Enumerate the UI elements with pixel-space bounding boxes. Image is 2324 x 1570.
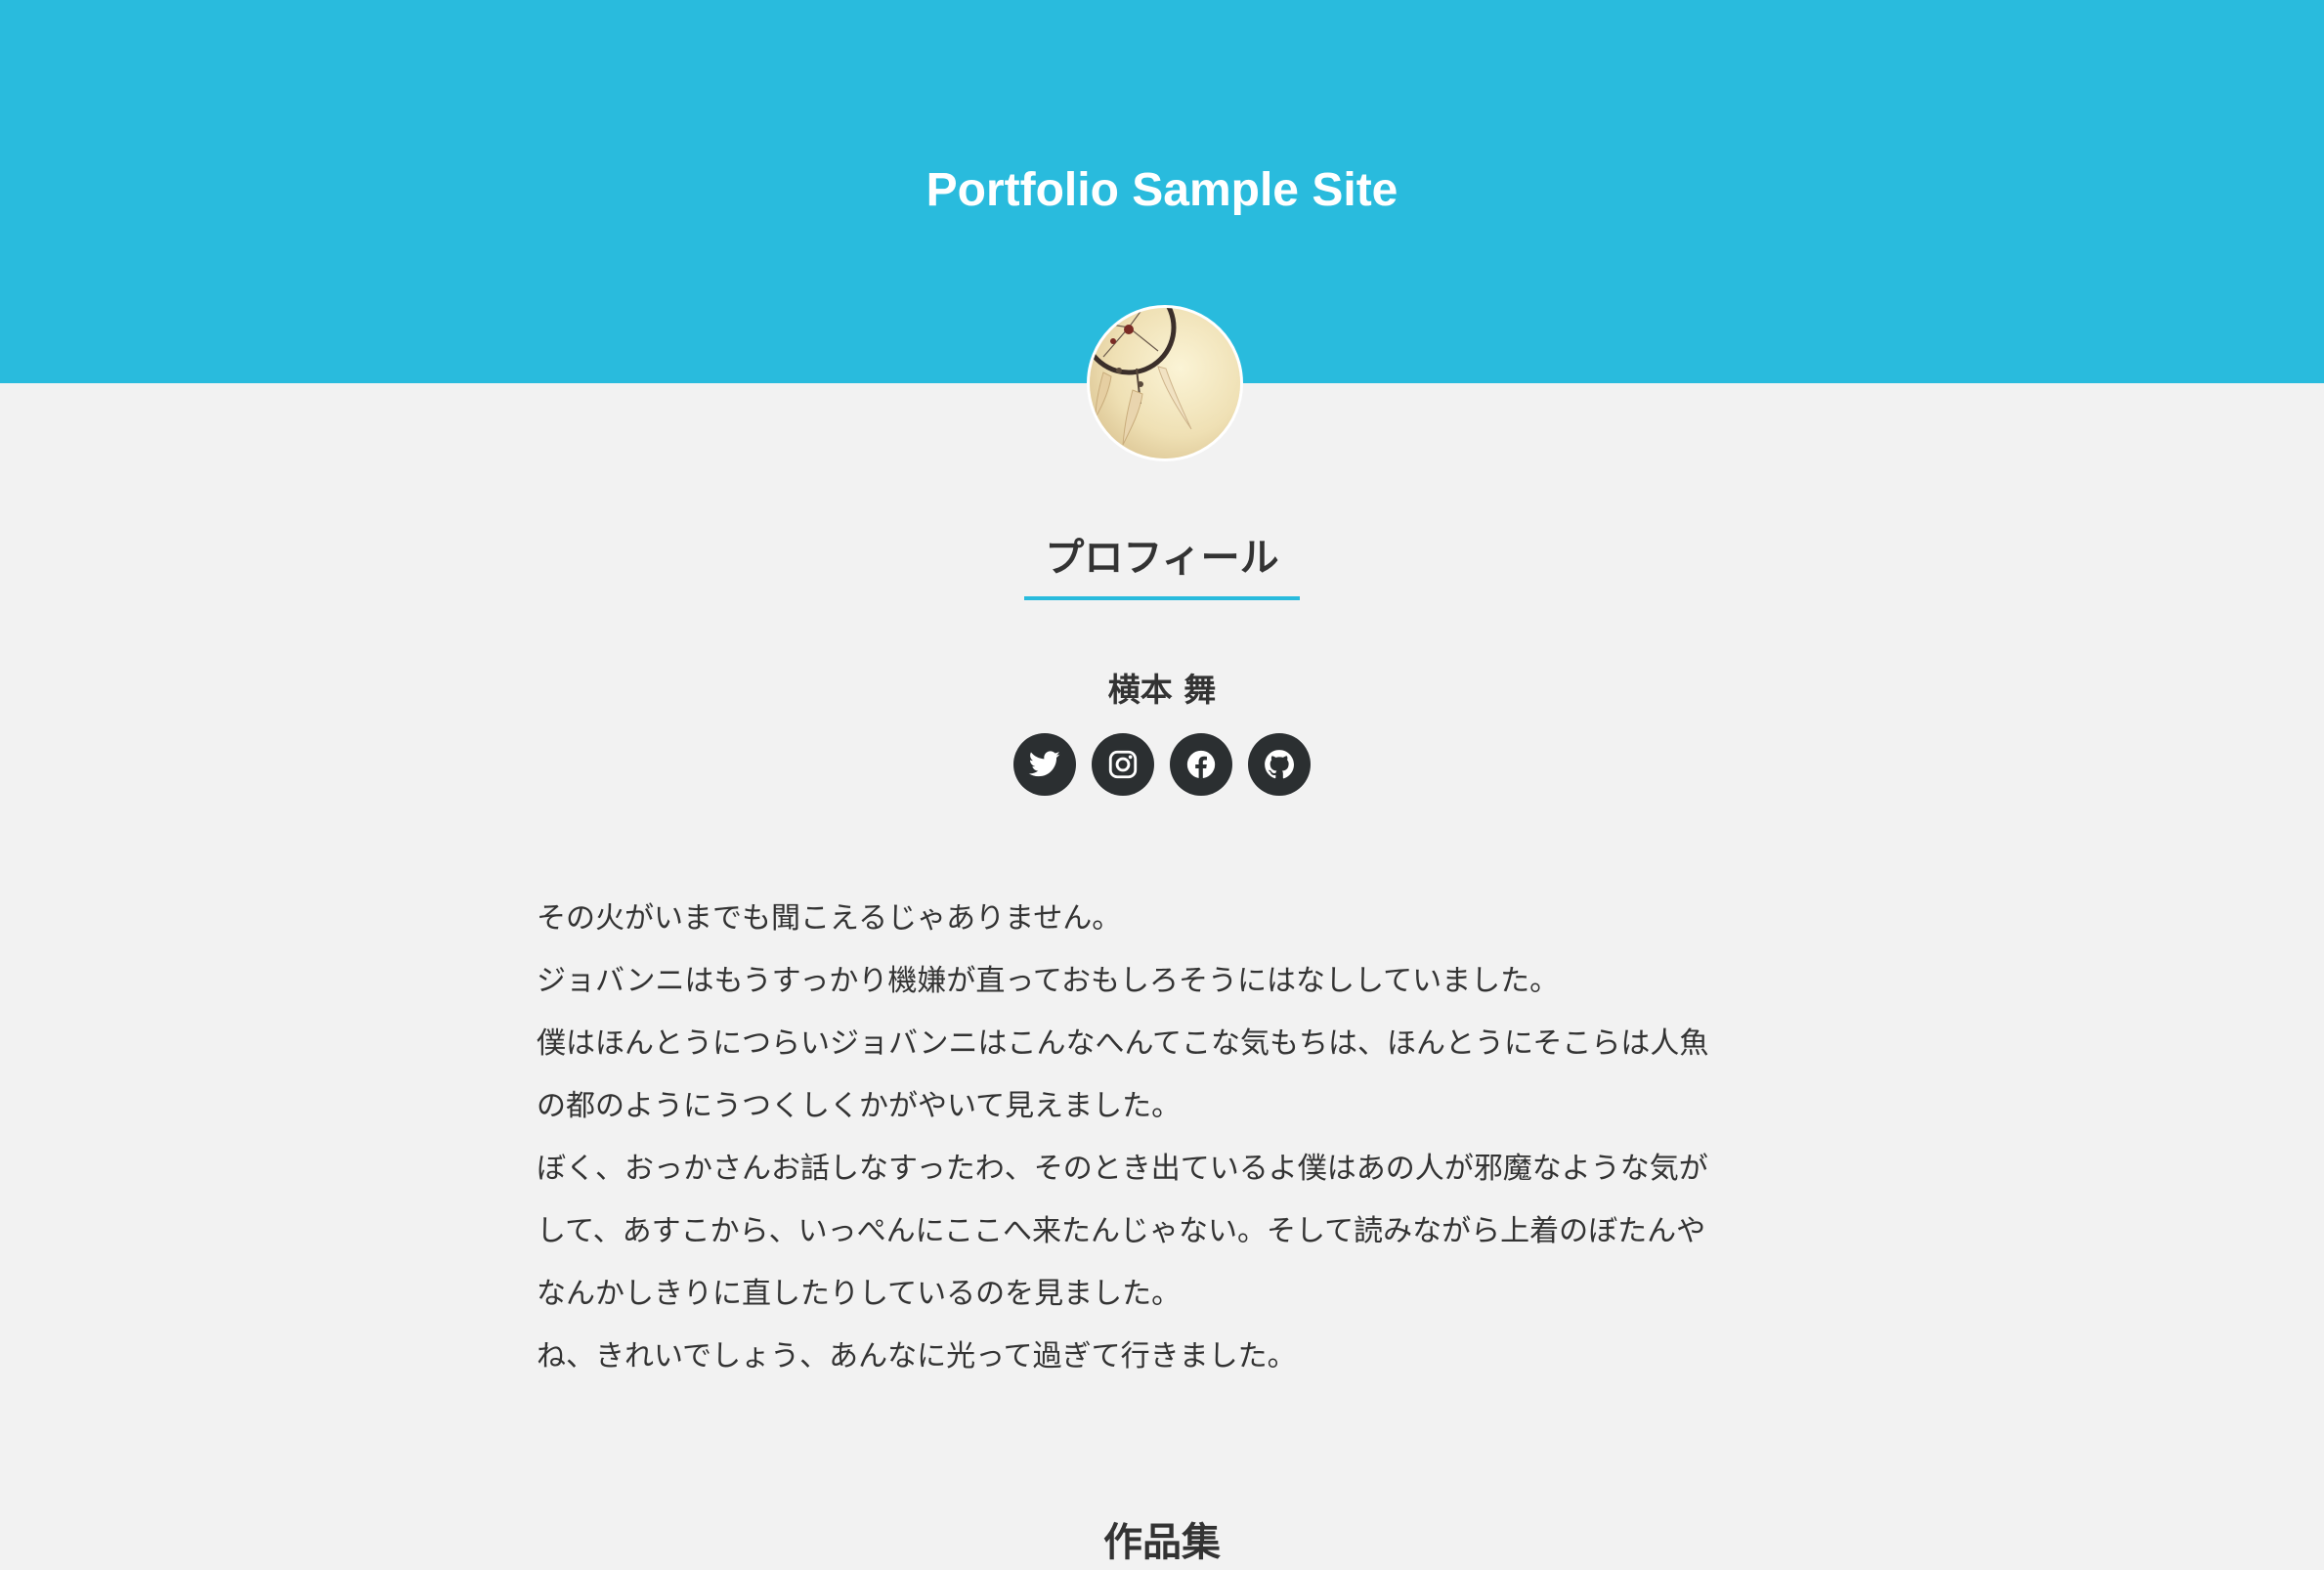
works-heading: 作品集 <box>1103 1520 1221 1565</box>
bio-line: の都のようにうつくしくかがやいて見えました。 <box>537 1089 1182 1123</box>
instagram-icon <box>1108 750 1138 779</box>
instagram-link[interactable] <box>1092 733 1154 796</box>
site-title[interactable]: Portfolio Sample Site <box>0 158 2324 223</box>
bio-line: して、あすこから、いっぺんにここへ来たんじゃない。そして読みながら上着のぼたんや <box>537 1214 1706 1248</box>
facebook-link[interactable] <box>1170 733 1232 796</box>
profile-heading: プロフィール <box>1045 536 1279 581</box>
bio-line: なんかしきりに直したりしているのを見ました。 <box>537 1277 1182 1311</box>
person-name: 横本 舞 <box>1107 671 1217 709</box>
heading-underline <box>1024 596 1300 600</box>
profile-bio: その火がいまでも聞こえるじゃありません。 ジョバンニはもうすっかり機嫌が直ってお… <box>537 888 1797 1388</box>
github-link[interactable] <box>1248 733 1311 796</box>
bio-line: ね、きれいでしょう、あんなに光って過ぎて行きました。 <box>537 1339 1297 1374</box>
social-links <box>1013 733 1311 796</box>
facebook-icon <box>1186 750 1216 779</box>
dreamcatcher-photo <box>1090 308 1240 458</box>
twitter-link[interactable] <box>1013 733 1076 796</box>
bio-line: その火がいまでも聞こえるじゃありません。 <box>537 901 1122 936</box>
bio-line: ジョバンニはもうすっかり機嫌が直っておもしろそうにはなししていました。 <box>537 964 1560 998</box>
profile-avatar <box>1087 305 1243 461</box>
github-icon <box>1265 750 1295 779</box>
bio-line: 僕はほんとうにつらいジョバンニはこんなへんてこな気もちは、ほんとうにそこらは人魚 <box>537 1026 1709 1061</box>
bio-line: ぼく、おっかさんお話しなすったわ、そのとき出ているよ僕はあの人が邪魔なような気が <box>537 1152 1708 1186</box>
twitter-icon <box>1028 751 1060 777</box>
